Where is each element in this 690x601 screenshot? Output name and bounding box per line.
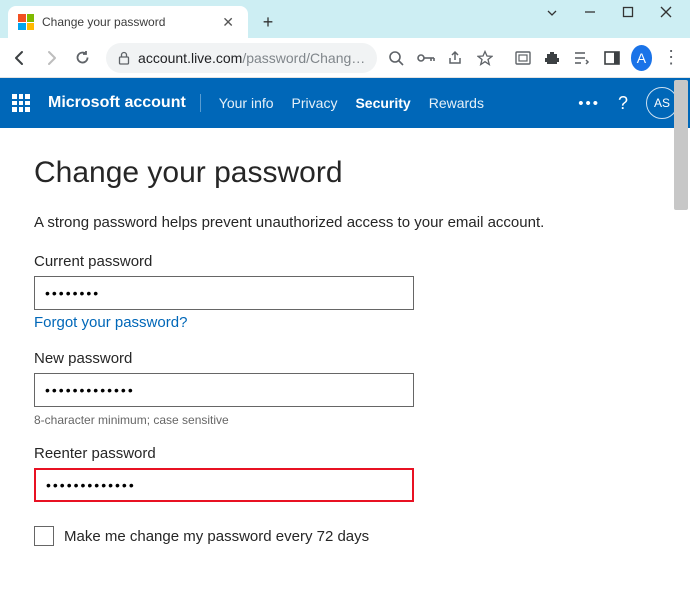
- tab-title: Change your password: [42, 15, 210, 29]
- force-change-checkbox[interactable]: [34, 526, 54, 546]
- page-subtitle: A strong password helps prevent unauthor…: [34, 214, 656, 231]
- current-password-label: Current password: [34, 253, 656, 270]
- new-tab-button[interactable]: +: [254, 8, 282, 36]
- site-header: Microsoft account Your info Privacy Secu…: [0, 78, 690, 128]
- url-text: account.live.com/password/Chang…: [138, 50, 365, 66]
- forgot-password-link[interactable]: Forgot your password?: [34, 314, 187, 331]
- password-hint: 8-character minimum; case sensitive: [34, 413, 656, 427]
- profile-avatar[interactable]: A: [631, 45, 653, 71]
- reload-button[interactable]: [71, 44, 94, 72]
- tab-close-button[interactable]: ✕: [218, 12, 238, 33]
- browser-toolbar: account.live.com/password/Chang… A ⋮: [0, 38, 690, 78]
- side-panel-icon[interactable]: [601, 45, 623, 71]
- help-icon[interactable]: ?: [618, 93, 628, 114]
- app-launcher-icon[interactable]: [12, 94, 30, 112]
- page-content: Change your password A strong password h…: [0, 128, 690, 574]
- reenter-password-label: Reenter password: [34, 445, 656, 462]
- address-bar[interactable]: account.live.com/password/Chang…: [106, 43, 377, 73]
- reenter-password-input[interactable]: [34, 468, 414, 502]
- nav-your-info[interactable]: Your info: [219, 95, 274, 111]
- scrollbar-thumb[interactable]: [674, 80, 688, 210]
- new-password-input[interactable]: [34, 373, 414, 407]
- extensions-icon[interactable]: [542, 45, 564, 71]
- search-icon[interactable]: [385, 45, 407, 71]
- tabs-dropdown-button[interactable]: [542, 6, 562, 20]
- nav-security[interactable]: Security: [355, 95, 410, 111]
- share-icon[interactable]: [445, 45, 467, 71]
- browser-menu-button[interactable]: ⋮: [660, 45, 682, 71]
- password-key-icon[interactable]: [415, 45, 437, 71]
- page-title: Change your password: [34, 156, 656, 190]
- microsoft-favicon: [18, 14, 34, 30]
- screenshot-icon[interactable]: [512, 45, 534, 71]
- window-minimize-button[interactable]: [580, 6, 600, 18]
- brand-link[interactable]: Microsoft account: [48, 94, 201, 112]
- reading-list-icon[interactable]: [571, 45, 593, 71]
- browser-tab[interactable]: Change your password ✕: [8, 6, 248, 38]
- browser-titlebar: Change your password ✕ +: [0, 0, 690, 38]
- current-password-input[interactable]: [34, 276, 414, 310]
- nav-more-button[interactable]: •••: [578, 95, 600, 112]
- new-password-label: New password: [34, 350, 656, 367]
- window-maximize-button[interactable]: [618, 6, 638, 18]
- force-change-label: Make me change my password every 72 days: [64, 528, 369, 545]
- back-button[interactable]: [8, 44, 31, 72]
- forward-button[interactable]: [39, 44, 62, 72]
- vertical-scrollbar[interactable]: [674, 80, 688, 590]
- nav-privacy[interactable]: Privacy: [292, 95, 338, 111]
- window-close-button[interactable]: [656, 6, 676, 18]
- lock-icon: [118, 51, 130, 65]
- nav-rewards[interactable]: Rewards: [429, 95, 484, 111]
- bookmark-star-icon[interactable]: [474, 45, 496, 71]
